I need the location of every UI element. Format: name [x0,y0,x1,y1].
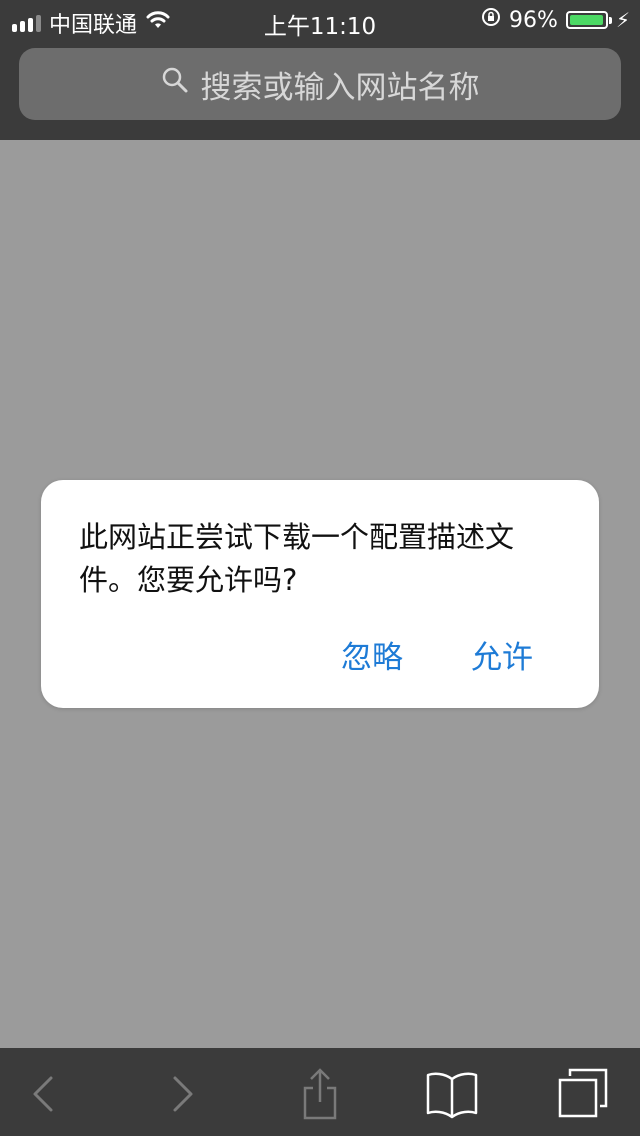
ignore-button[interactable]: 忽略 [341,632,403,677]
charging-icon: ⚡ [615,8,630,32]
orientation-lock-icon [481,7,501,33]
alert-message: 此网站正尝试下载一个配置描述文件。您要允许吗? [79,520,515,597]
browser-top-chrome: 中国联通 上午11:10 96% ⚡ 搜索或输入网站名称 [0,0,640,140]
battery-icon [565,11,612,29]
url-search-field[interactable]: 搜索或输入网站名称 [19,48,621,120]
forward-icon[interactable] [152,1064,212,1124]
tabs-icon[interactable] [552,1064,612,1124]
browser-toolbar [0,1048,640,1136]
allow-button[interactable]: 允许 [471,632,533,677]
status-bar: 中国联通 上午11:10 96% ⚡ [0,0,640,40]
share-icon[interactable] [290,1064,350,1124]
battery-percent: 96% [509,7,558,33]
profile-download-alert: 此网站正尝试下载一个配置描述文件。您要允许吗? 忽略 允许 [41,480,599,708]
url-placeholder: 搜索或输入网站名称 [200,69,480,106]
bookmarks-icon[interactable] [422,1064,482,1124]
back-icon[interactable] [14,1064,74,1124]
search-icon [161,66,189,102]
